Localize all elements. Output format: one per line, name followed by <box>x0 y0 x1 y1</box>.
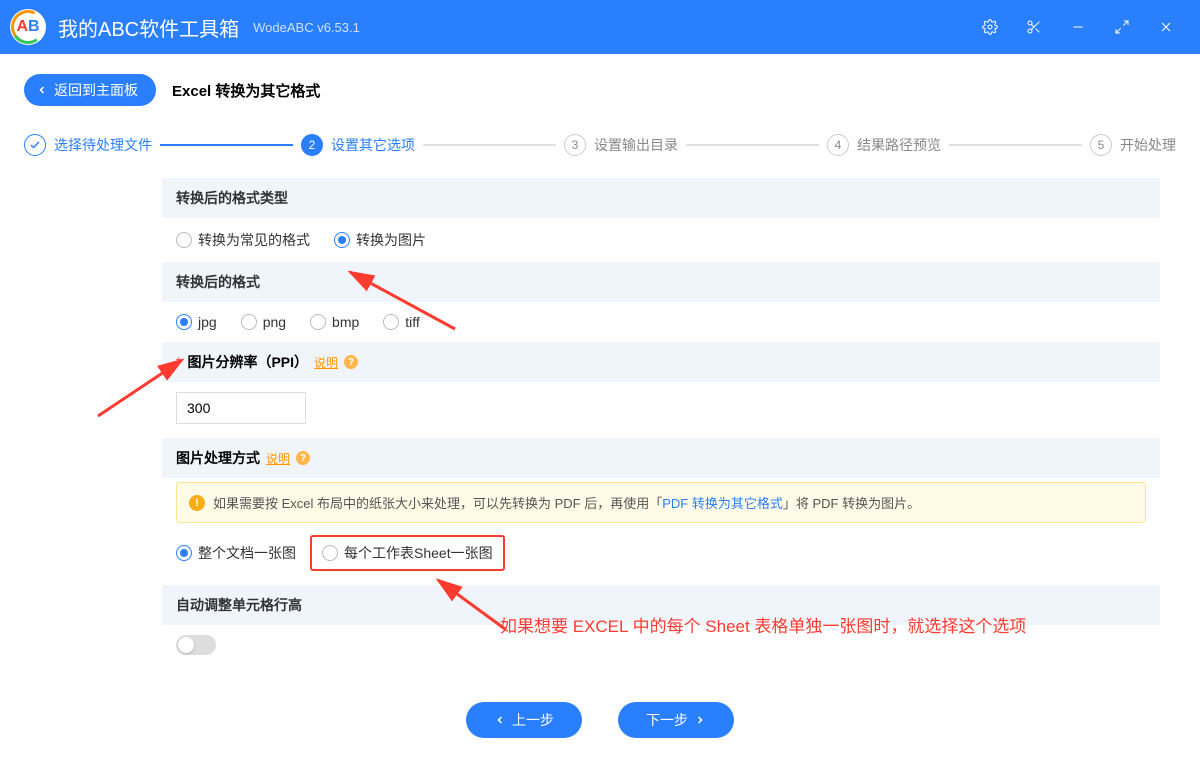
warning-icon: ! <box>189 495 205 511</box>
scissors-icon[interactable] <box>1012 5 1056 49</box>
pdf-convert-link[interactable]: PDF 转换为其它格式 <box>662 496 783 511</box>
close-icon[interactable] <box>1144 5 1188 49</box>
radio-png[interactable]: png <box>241 314 286 330</box>
app-title: 我的ABC软件工具箱 <box>58 13 239 42</box>
radio-convert-common[interactable]: 转换为常见的格式 <box>176 230 310 250</box>
step-3: 3 设置输出目录 <box>564 134 678 156</box>
mode-help-link[interactable]: 说明 <box>266 450 290 467</box>
minimize-icon[interactable] <box>1056 5 1100 49</box>
radio-tiff[interactable]: tiff <box>383 314 420 330</box>
step-2[interactable]: 2 设置其它选项 <box>301 134 415 156</box>
steps-nav: 选择待处理文件 2 设置其它选项 3 设置输出目录 4 结果路径预览 5 开始处… <box>24 134 1176 156</box>
step-4: 4 结果路径预览 <box>827 134 941 156</box>
auto-height-header: 自动调整单元格行高 <box>162 585 1160 625</box>
radio-jpg[interactable]: jpg <box>176 314 217 330</box>
maximize-icon[interactable] <box>1100 5 1144 49</box>
annotation-highlight-box: 每个工作表Sheet一张图 <box>310 535 505 571</box>
settings-icon[interactable] <box>968 5 1012 49</box>
back-button-label: 返回到主面板 <box>54 80 138 100</box>
help-icon[interactable]: ? <box>296 451 310 465</box>
radio-convert-image[interactable]: 转换为图片 <box>334 230 426 250</box>
ppi-help-link[interactable]: 说明 <box>314 354 338 371</box>
section-format-header: 转换后的格式 <box>162 262 1160 302</box>
page-title: Excel 转换为其它格式 <box>172 80 320 101</box>
radio-per-sheet[interactable]: 每个工作表Sheet一张图 <box>322 543 493 563</box>
ppi-input[interactable] <box>176 392 306 424</box>
step-1[interactable]: 选择待处理文件 <box>24 134 152 156</box>
app-version: WodeABC v6.53.1 <box>253 20 360 35</box>
radio-bmp[interactable]: bmp <box>310 314 359 330</box>
next-step-button[interactable]: 下一步 <box>618 702 734 738</box>
auto-height-toggle[interactable] <box>176 635 216 655</box>
process-mode-header: 图片处理方式 说明 ? <box>162 438 1160 478</box>
info-banner: ! 如果需要按 Excel 布局中的纸张大小来处理，可以先转换为 PDF 后，再… <box>176 482 1146 523</box>
back-button[interactable]: 返回到主面板 <box>24 74 156 106</box>
help-icon[interactable]: ? <box>344 355 358 369</box>
section-format-type-header: 转换后的格式类型 <box>162 178 1160 218</box>
prev-step-button[interactable]: 上一步 <box>466 702 582 738</box>
step-5: 5 开始处理 <box>1090 134 1176 156</box>
titlebar: AB 我的ABC软件工具箱 WodeABC v6.53.1 <box>0 0 1200 54</box>
ppi-row-header: * 图片分辨率（PPI） 说明 ? <box>162 342 1160 382</box>
radio-whole-doc[interactable]: 整个文档一张图 <box>176 543 296 563</box>
app-logo: AB <box>10 9 46 45</box>
